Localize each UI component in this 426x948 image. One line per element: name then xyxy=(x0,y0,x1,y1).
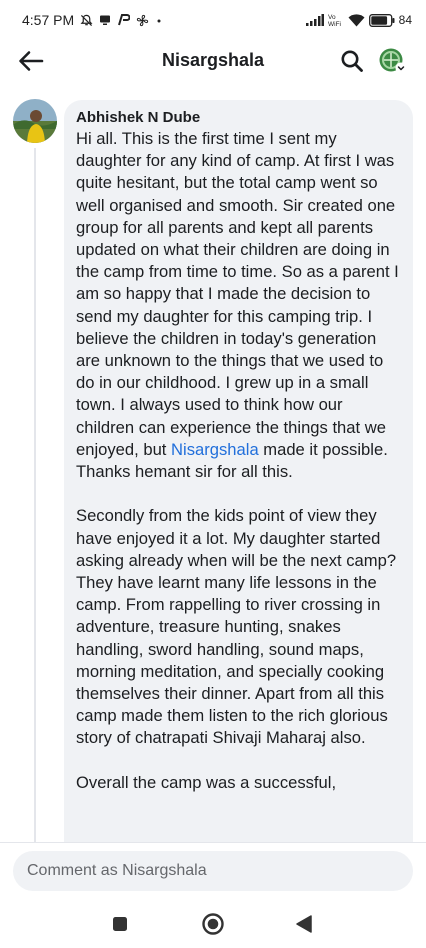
circle-icon xyxy=(202,913,224,935)
comment-bubble: Abhishek N Dube Hi all. This is the firs… xyxy=(64,100,413,860)
screen-icon xyxy=(99,14,111,26)
search-button[interactable] xyxy=(338,47,366,75)
recents-button[interactable] xyxy=(106,910,134,938)
fan-icon xyxy=(136,14,149,27)
comment-paragraph: Overall the camp was a successful, xyxy=(76,772,337,792)
wifi-icon xyxy=(348,13,365,27)
status-time: 4:57 PM xyxy=(22,12,75,28)
vowifi-icon: Vo WiFi xyxy=(328,13,344,27)
page-avatar-switch-button[interactable] xyxy=(378,47,408,75)
home-button[interactable] xyxy=(199,910,227,938)
nav-back-button[interactable] xyxy=(290,910,318,938)
svg-text:Vo: Vo xyxy=(328,14,336,21)
search-icon xyxy=(341,50,363,72)
pay-icon xyxy=(117,14,131,26)
page-mention-link[interactable]: Nisargshala xyxy=(171,440,259,459)
page-avatar-switch-icon xyxy=(379,48,407,74)
triangle-back-icon xyxy=(296,915,312,933)
signal-icon xyxy=(305,14,324,26)
battery-icon xyxy=(368,13,395,27)
status-bar: 4:57 PM Vo WiFi 84 xyxy=(0,0,426,40)
system-nav-bar xyxy=(0,900,426,948)
notification-muted-icon xyxy=(80,14,93,27)
app-header: Nisargshala xyxy=(0,40,426,82)
comment-paragraph: Hi all. This is the first time I sent my… xyxy=(76,128,401,483)
comment-paragraph: Secondly from the kids point of view the… xyxy=(76,506,397,748)
comment-author[interactable]: Abhishek N Dube xyxy=(76,108,401,128)
svg-text:WiFi: WiFi xyxy=(328,21,341,27)
dot-icon xyxy=(155,16,163,24)
square-icon xyxy=(113,917,127,931)
commenter-avatar[interactable] xyxy=(13,99,57,143)
battery-percent: 84 xyxy=(398,13,412,27)
comment-body: Hi all. This is the first time I sent my… xyxy=(76,128,401,794)
thread-line xyxy=(34,148,36,848)
comment-input[interactable] xyxy=(13,851,413,891)
comment-text-part: Hi all. This is the first time I sent my… xyxy=(76,129,399,459)
